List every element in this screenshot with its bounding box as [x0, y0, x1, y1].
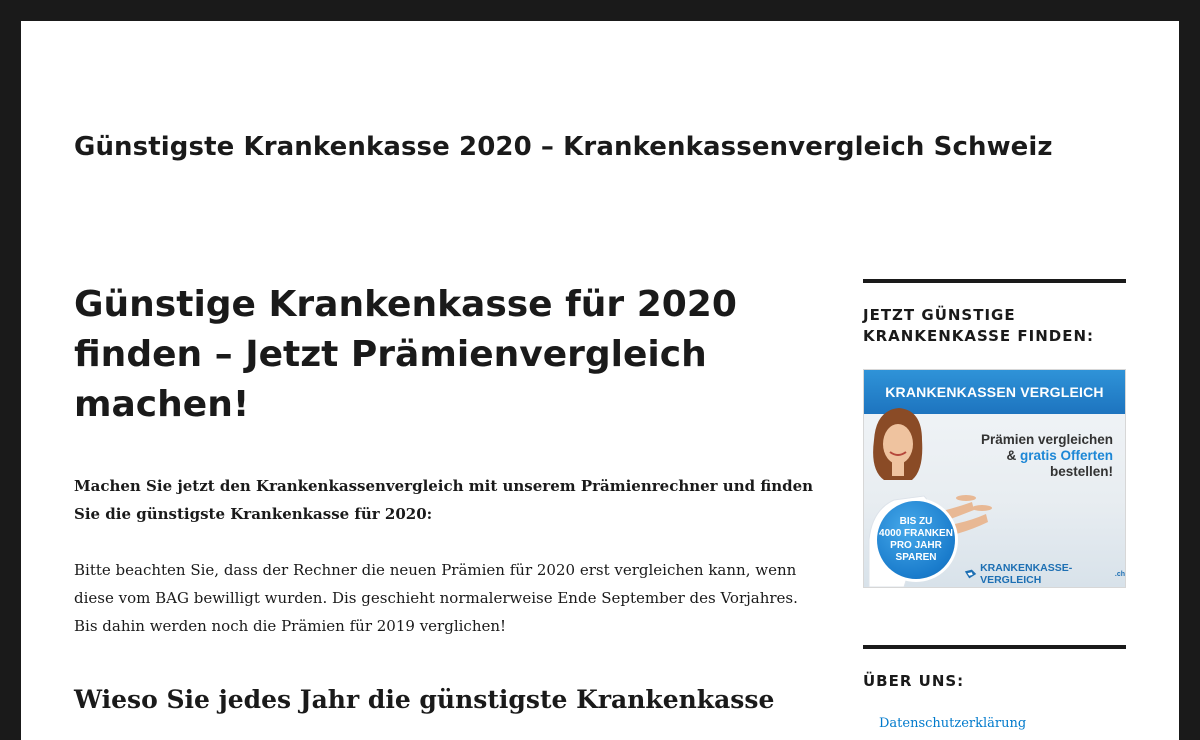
article-content: Machen Sie jetzt den Krankenkassenvergle…	[74, 472, 814, 716]
ad-text-line2-prefix: &	[1006, 448, 1020, 463]
ad-text-line2: & gratis Offerten	[981, 448, 1113, 464]
article-paragraph: Bitte beachten Sie, dass der Rechner die…	[74, 561, 798, 635]
badge-line1: BIS ZU	[899, 516, 933, 527]
badge-line2: 4000 FRANKEN	[879, 528, 953, 539]
widget-title: JETZT GÜNSTIGE KRANKENKASSE FINDEN:	[863, 306, 1095, 345]
main-content: Günstige Krankenkasse für 2020 finden – …	[74, 280, 814, 716]
article-title: Günstige Krankenkasse für 2020 finden – …	[74, 284, 737, 425]
savings-badge: BIS ZU 4000 FRANKEN PRO JAHR SPAREN	[874, 498, 958, 582]
article-intro: Machen Sie jetzt den Krankenkassenvergle…	[74, 477, 814, 523]
ad-text-highlight: gratis Offerten	[1019, 448, 1113, 463]
widget-find-insurance: JETZT GÜNSTIGE KRANKENKASSE FINDEN: KRAN…	[863, 279, 1126, 588]
badge-line3: PRO JAHR	[890, 540, 942, 551]
ad-text: Prämien vergleichen & gratis Offerten be…	[981, 432, 1113, 480]
site-title-link[interactable]: Günstigste Krankenkasse 2020 – Krankenka…	[74, 132, 1053, 162]
logo-tld: .ch	[1114, 570, 1125, 578]
page: Günstigste Krankenkasse 2020 – Krankenka…	[21, 21, 1179, 740]
logo-text: KRANKENKASSE-VERGLEICH	[980, 562, 1073, 586]
ad-banner[interactable]: KRANKENKASSEN VERGLEICH Prämien vergleic…	[863, 369, 1126, 588]
widget-title-about: ÜBER UNS:	[863, 672, 965, 690]
about-links-list: Datenschutzerklärung	[863, 712, 1126, 731]
list-item: Datenschutzerklärung	[863, 712, 1126, 731]
badge-line4: SPAREN	[895, 552, 937, 563]
site-title: Günstigste Krankenkasse 2020 – Krankenka…	[74, 132, 1053, 162]
ad-text-line3: bestellen!	[1049, 464, 1113, 479]
ad-logo: KRANKENKASSE-VERGLEICH .ch	[964, 562, 1125, 586]
ad-headline: KRANKENKASSEN VERGLEICH	[885, 384, 1104, 400]
privacy-policy-link[interactable]: Datenschutzerklärung	[879, 716, 1026, 731]
article-subheading: Wieso Sie jedes Jahr die günstigste Kran…	[74, 685, 775, 714]
logo-icon	[964, 569, 977, 579]
widget-about-us: ÜBER UNS: Datenschutzerklärung	[863, 645, 1126, 731]
sidebar: JETZT GÜNSTIGE KRANKENKASSE FINDEN: KRAN…	[863, 279, 1126, 731]
ad-text-line1: Prämien vergleichen	[980, 432, 1113, 447]
